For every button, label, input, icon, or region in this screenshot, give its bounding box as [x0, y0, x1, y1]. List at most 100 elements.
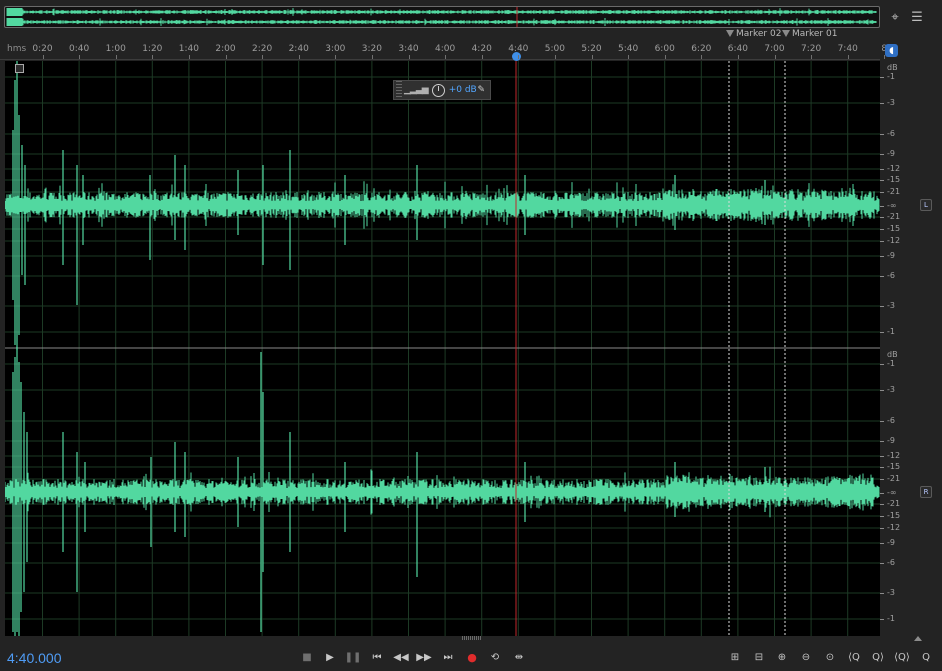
transport-bar: 4:40.000 ■ ▶ ❚❚ ⏮ ◀◀ ▶▶ ⏭ ● ⟲ ⇹ ⊞ ⊟ ⊕ ⊖ … [0, 643, 942, 671]
db-label: -3 [887, 588, 895, 597]
db-tick [880, 390, 884, 391]
db-label: -9 [887, 251, 895, 260]
current-time[interactable]: 4:40.000 [7, 650, 62, 666]
gain-value[interactable]: +0 dB [449, 85, 477, 95]
db-label: -21 [887, 212, 901, 221]
gain-hud: ▁▂▃▅ +0 dB ✎ [393, 80, 491, 100]
zoom-in-amplitude-icon[interactable]: ⊞ [726, 649, 744, 665]
scroll-up-icon[interactable] [914, 636, 922, 641]
db-tick [880, 479, 884, 480]
channel-badge[interactable]: L [920, 199, 932, 211]
db-label: -1 [887, 327, 895, 336]
ruler-tick [811, 55, 813, 59]
panel-menu-icon[interactable]: ☰ [908, 8, 926, 26]
zoom-out-amplitude-icon[interactable]: ⊟ [750, 649, 768, 665]
zoom-to-fit-icon[interactable] [15, 64, 24, 73]
ruler-tick [115, 55, 117, 59]
db-label: -3 [887, 301, 895, 310]
ruler-unit: hms [7, 44, 27, 54]
time-ruler[interactable]: hms 0:20 0:40 1:00 1:20 1:40 2:00 2:20 2:40 3:00… [0, 42, 887, 61]
ruler-tick [481, 55, 483, 59]
gain-knob[interactable] [431, 83, 445, 97]
db-tick [880, 467, 884, 468]
db-label: -15 [887, 175, 901, 184]
db-unit-label: dB [887, 63, 898, 72]
zoom-reset-icon[interactable]: Q [917, 649, 935, 665]
ruler-tick [737, 55, 739, 59]
db-label: -15 [887, 462, 901, 471]
overview-wave [6, 8, 877, 26]
ruler-tick [298, 55, 300, 59]
db-tick [880, 256, 884, 257]
ruler-tick-label: 4:40 [508, 44, 529, 54]
overview-waveform[interactable] [4, 6, 880, 28]
zoom-out-time-icon[interactable]: ⊖ [797, 649, 815, 665]
loop-button[interactable]: ⟲ [486, 649, 504, 665]
ruler-tick-label: 1:40 [178, 44, 199, 54]
db-label: -3 [887, 98, 895, 107]
go-to-end-button[interactable]: ⏭ [439, 649, 457, 665]
marker-flag-icon [726, 30, 734, 37]
channel-badge[interactable]: R [920, 486, 932, 498]
resize-grip[interactable] [462, 636, 482, 640]
db-tick [880, 421, 884, 422]
ruler-tick-label: 4:00 [434, 44, 456, 54]
marker-label: Marker 01 [792, 29, 838, 39]
db-label: -∞ [887, 201, 897, 210]
db-tick [880, 619, 884, 620]
stop-button[interactable]: ■ [298, 649, 316, 665]
db-tick [880, 332, 884, 333]
db-label: -1 [887, 359, 895, 368]
zoom-selection-icon[interactable]: ⊙ [821, 649, 839, 665]
db-tick [880, 456, 884, 457]
ruler-tick-label: 5:00 [544, 44, 565, 54]
db-tick [880, 276, 884, 277]
play-button[interactable]: ▶ [321, 649, 339, 665]
db-label: -6 [887, 271, 895, 280]
pause-button[interactable]: ❚❚ [344, 649, 362, 665]
overview-waveform-graphic [6, 7, 877, 27]
zoom-selection-icon[interactable]: ⌖ [886, 8, 904, 26]
db-label: -21 [887, 474, 901, 483]
db-tick [880, 543, 884, 544]
db-label: -21 [887, 499, 901, 508]
snap-icon[interactable]: ◖ [885, 44, 898, 57]
go-to-start-button[interactable]: ⏮ [368, 649, 386, 665]
ruler-tick [554, 55, 556, 59]
waveform-graphic [5, 61, 880, 636]
ruler-tick-label: 6:00 [654, 44, 675, 54]
ruler-tick [628, 55, 630, 59]
db-tick [880, 441, 884, 442]
db-label: -12 [887, 236, 901, 245]
hud-grip-icon[interactable] [396, 81, 402, 99]
zoom-in-time-icon[interactable]: ⊕ [773, 649, 791, 665]
waveform-display[interactable] [5, 61, 880, 636]
db-tick [880, 241, 884, 242]
db-tick [880, 77, 884, 78]
db-label: -3 [887, 385, 895, 394]
marker-02[interactable]: Marker 02 [726, 29, 781, 39]
db-label: -1 [887, 72, 895, 81]
ruler-tick [518, 55, 520, 59]
db-tick [880, 528, 884, 529]
zoom-in-right-icon[interactable]: Q⟩ [869, 649, 887, 665]
waveform-body [5, 181, 880, 229]
db-label: -9 [887, 538, 895, 547]
ruler-tick-label: 1:20 [142, 44, 163, 54]
db-label: -6 [887, 416, 895, 425]
pin-icon[interactable]: ✎ [477, 85, 485, 95]
zoom-in-left-icon[interactable]: ⟨Q [845, 649, 863, 665]
ruler-tick [152, 55, 154, 59]
zoom-full-icon[interactable]: ⟨Q⟩ [893, 649, 911, 665]
db-tick [880, 154, 884, 155]
ruler-tick [445, 55, 447, 59]
db-label: -12 [887, 451, 901, 460]
db-tick [880, 306, 884, 307]
skip-selection-button[interactable]: ⇹ [510, 649, 528, 665]
marker-flag-icon [782, 30, 790, 37]
rewind-button[interactable]: ◀◀ [392, 649, 410, 665]
record-button[interactable]: ● [463, 649, 481, 665]
marker-01[interactable]: Marker 01 [782, 29, 837, 39]
fast-forward-button[interactable]: ▶▶ [415, 649, 433, 665]
ruler-tick-label: 3:20 [361, 44, 382, 54]
